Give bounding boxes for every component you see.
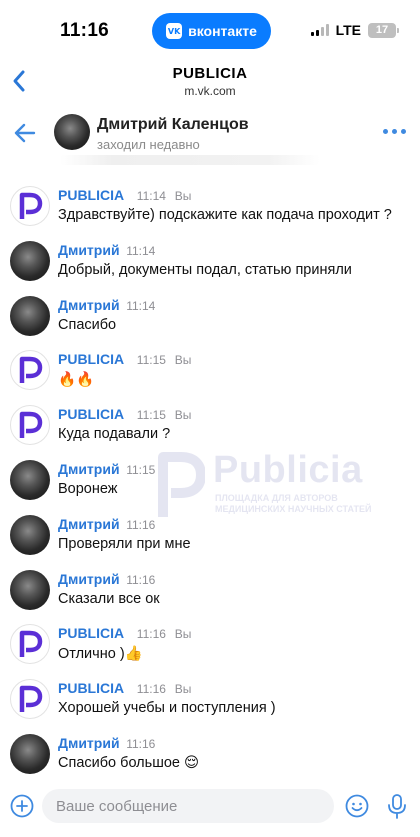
- message-time: 11:16: [136, 627, 166, 642]
- message-sender[interactable]: PUBLICIA: [58, 351, 124, 367]
- message-sender[interactable]: Дмитрий: [58, 571, 120, 587]
- self-label: Вы: [174, 353, 192, 368]
- plus-circle-icon[interactable]: [10, 794, 34, 818]
- publicia-avatar[interactable]: [10, 679, 50, 720]
- contact-avatar[interactable]: [54, 114, 90, 150]
- message-sender[interactable]: Дмитрий: [58, 735, 120, 751]
- site-url: m.vk.com: [184, 84, 236, 98]
- contact-avatar[interactable]: [10, 514, 50, 555]
- message-row[interactable]: PUBLICIA 11:14 Вы Здравствуйте) подскажите …: [0, 180, 420, 235]
- message-time: 11:16: [126, 517, 156, 532]
- site-title: PUBLICIA: [172, 65, 248, 82]
- status-time: 11:16: [60, 20, 110, 41]
- message-sender[interactable]: PUBLICIA: [58, 680, 124, 696]
- vk-logo-icon: VK: [166, 23, 183, 39]
- message-text: Отлично )👍: [58, 646, 143, 663]
- message-row[interactable]: PUBLICIA 11:16 Вы Отлично )👍: [0, 618, 420, 673]
- message-sender[interactable]: PUBLICIA: [58, 625, 124, 641]
- message-row[interactable]: Дмитрий 11:14 Спасибо: [0, 290, 420, 345]
- self-label: Вы: [174, 189, 192, 203]
- message-time: 11:14: [136, 189, 166, 203]
- contact-avatar[interactable]: [10, 295, 50, 336]
- message-row[interactable]: Дмитрий 11:16 Сказали все ок: [0, 564, 420, 619]
- message-text: Сказали все ок: [58, 590, 160, 607]
- signal-icon: [310, 24, 329, 36]
- microphone-icon[interactable]: [385, 792, 409, 820]
- self-label: Вы: [174, 682, 192, 697]
- contact-avatar[interactable]: [10, 240, 50, 281]
- vk-pill-label: вконтакте: [188, 23, 257, 39]
- vk-app-pill[interactable]: VK вконтакте: [152, 13, 271, 49]
- self-label: Вы: [174, 408, 192, 423]
- message-sender[interactable]: Дмитрий: [58, 297, 120, 313]
- contact-name[interactable]: Дмитрий Каленцов: [97, 116, 249, 134]
- message-time: 11:14: [126, 243, 156, 258]
- battery-icon: 17: [368, 22, 399, 38]
- status-indicators: LTE 17: [310, 22, 399, 38]
- publicia-avatar[interactable]: [10, 350, 50, 391]
- message-row[interactable]: Дмитрий 11:14 Добрый, документы подал, ста…: [0, 235, 420, 290]
- contact-avatar[interactable]: [10, 569, 50, 610]
- message-text: Спасибо большое 😌: [58, 755, 200, 771]
- network-type: LTE: [335, 22, 361, 38]
- arrow-left-icon[interactable]: [12, 120, 38, 146]
- message-sender[interactable]: PUBLICIA: [58, 187, 124, 203]
- message-time: 11:15: [136, 353, 166, 368]
- message-time: 11:14: [126, 298, 156, 313]
- message-text: Проверяли при мне: [58, 535, 191, 552]
- blurred-banner: [60, 155, 320, 165]
- message-time: 11:16: [126, 572, 156, 587]
- message-time: 11:16: [136, 682, 166, 697]
- message-row[interactable]: PUBLICIA 11:16 Вы Хорошей учебы и поступлен…: [0, 673, 420, 728]
- message-time: 11:16: [126, 737, 156, 751]
- contact-avatar[interactable]: [10, 460, 50, 500]
- message-row[interactable]: Дмитрий 11:16 Спасибо большое 😌: [0, 728, 420, 783]
- message-input-bar: [0, 785, 420, 837]
- more-dots-icon[interactable]: [383, 129, 406, 134]
- browser-header: PUBLICIA m.vk.com: [0, 62, 420, 102]
- message-sender[interactable]: Дмитрий: [58, 461, 120, 477]
- message-text: Воронеж: [58, 481, 118, 497]
- contact-avatar[interactable]: [10, 734, 50, 774]
- message-text: 🔥🔥: [58, 372, 95, 389]
- message-row[interactable]: Дмитрий 11:16 Проверяли при мне: [0, 509, 420, 564]
- message-row[interactable]: PUBLICIA 11:15 Вы 🔥🔥: [0, 344, 420, 399]
- status-bar: 11:16 VK вконтакте LTE 17: [0, 0, 420, 62]
- emoji-icon[interactable]: [345, 794, 369, 818]
- self-label: Вы: [174, 627, 192, 642]
- message-text: Добрый, документы подал, статью приняли: [58, 261, 352, 278]
- message-text: Здравствуйте) подскажите как подача прох…: [58, 207, 392, 223]
- message-sender[interactable]: Дмитрий: [58, 242, 120, 258]
- message-time: 11:15: [136, 408, 166, 423]
- message-input[interactable]: [42, 789, 334, 823]
- message-row[interactable]: PUBLICIA 11:15 Вы Куда подавали ?: [0, 399, 420, 454]
- message-list: PUBLICIA 11:14 Вы Здравствуйте) подскажите …: [0, 180, 420, 785]
- publicia-avatar[interactable]: [10, 405, 50, 446]
- message-text: Куда подавали ?: [58, 426, 171, 443]
- message-sender[interactable]: PUBLICIA: [58, 406, 124, 422]
- message-sender[interactable]: Дмитрий: [58, 516, 120, 532]
- publicia-avatar[interactable]: [10, 186, 50, 226]
- message-row[interactable]: Дмитрий 11:15 Воронеж: [0, 454, 420, 509]
- contact-status: заходил недавно: [97, 137, 200, 152]
- message-time: 11:15: [126, 463, 156, 477]
- publicia-avatar[interactable]: [10, 624, 50, 665]
- message-text: Спасибо: [58, 316, 117, 333]
- message-text: Хорошей учебы и поступления ): [58, 700, 276, 717]
